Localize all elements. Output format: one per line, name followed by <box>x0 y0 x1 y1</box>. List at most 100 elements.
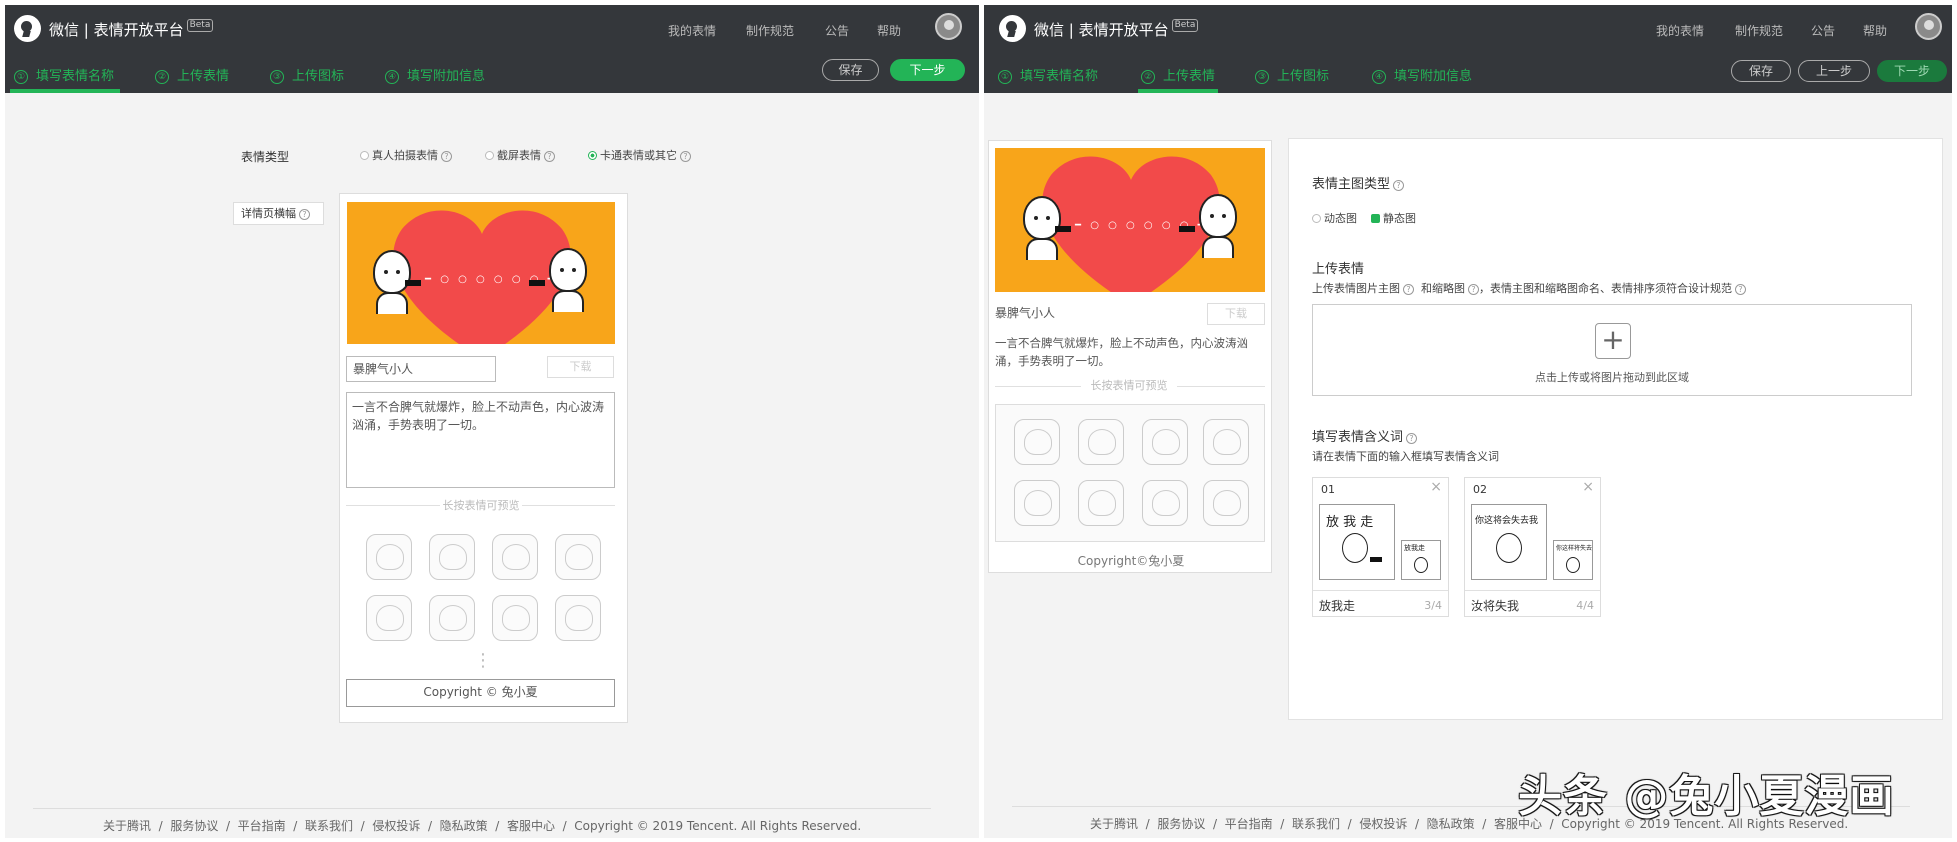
footer-link[interactable]: 平台指南 <box>238 819 286 833</box>
step-3[interactable]: ③ 上传图标 <box>270 65 344 84</box>
beta-badge: Beta <box>186 19 214 32</box>
active-step-indicator <box>10 89 120 93</box>
footer-link[interactable]: 服务协议 <box>170 819 218 833</box>
save-button[interactable]: 保存 <box>822 59 879 81</box>
next-button[interactable]: 下一步 <box>1877 60 1947 82</box>
help-icon[interactable]: ? <box>1735 284 1746 295</box>
footer-link[interactable]: 隐私政策 <box>440 819 488 833</box>
meaning-input[interactable]: 汝将失我 <box>1471 597 1519 614</box>
footer-link[interactable]: 平台指南 <box>1225 817 1273 831</box>
help-icon[interactable]: ? <box>680 151 691 162</box>
step-1[interactable]: ① 填写表情名称 <box>14 65 114 84</box>
nav-help[interactable]: 帮助 <box>1863 22 1887 39</box>
radio-animated[interactable]: 动态图 <box>1312 210 1357 226</box>
gun-icon <box>1370 557 1382 562</box>
sticker-thumb-caption: 放我走 <box>1404 544 1425 552</box>
upload-title: 上传表情 <box>1312 262 1365 277</box>
meaning-desc: 请在表情下面的输入框填写表情含义词 <box>1312 450 1499 463</box>
meaning-input[interactable]: 放我走 <box>1319 597 1355 614</box>
nav-guidelines[interactable]: 制作规范 <box>746 22 794 39</box>
upload-dropzone[interactable]: + 点击上传或将图片拖动到此区域 <box>1312 304 1912 396</box>
step-3[interactable]: ③ 上传图标 <box>1255 65 1329 84</box>
wechat-logo-icon <box>14 15 41 42</box>
footer-link[interactable]: 关于腾讯 <box>103 819 151 833</box>
step-4[interactable]: ④ 填写附加信息 <box>1372 65 1472 84</box>
download-button[interactable]: 下载 <box>547 356 614 378</box>
close-icon[interactable]: × <box>1430 479 1442 495</box>
help-icon[interactable]: ? <box>1468 284 1479 295</box>
close-icon[interactable]: × <box>1582 479 1594 495</box>
step-4[interactable]: ④ 填写附加信息 <box>385 65 485 84</box>
nav-guidelines[interactable]: 制作规范 <box>1735 22 1783 39</box>
next-button[interactable]: 下一步 <box>890 59 965 81</box>
upload-form: 表情主图类型? 动态图 静态图 上传表情 上传表情图片主图? 和缩略图? ，表情主… <box>1288 138 1943 720</box>
sticker-thumb[interactable] <box>555 595 601 641</box>
sticker-thumb[interactable] <box>429 595 475 641</box>
active-step-indicator <box>1138 89 1218 93</box>
footer-link[interactable]: 关于腾讯 <box>1090 817 1138 831</box>
sticker-name-input[interactable]: 暴脾气小人 <box>346 356 496 382</box>
footer-link[interactable]: 联系我们 <box>305 819 353 833</box>
radio-static[interactable]: 静态图 <box>1371 210 1416 226</box>
sticker-thumb[interactable] <box>492 534 538 580</box>
prev-button[interactable]: 上一步 <box>1798 60 1870 82</box>
nav-my-stickers[interactable]: 我的表情 <box>1656 22 1704 39</box>
footer-link[interactable]: 联系我们 <box>1292 817 1340 831</box>
brand-title[interactable]: 微信 | 表情开放平台 Beta <box>1034 19 1199 40</box>
sticker-face <box>1414 557 1428 573</box>
char-count: 3/4 <box>1424 599 1442 612</box>
step-2[interactable]: ② 上传表情 <box>155 65 229 84</box>
top-bar: 微信 | 表情开放平台 Beta 我的表情 制作规范 公告 帮助 ① 填写表情名称 … <box>984 5 1952 93</box>
footer-link[interactable]: 客服中心 <box>507 819 555 833</box>
left-character <box>373 250 411 294</box>
footer-link[interactable]: 侵权投诉 <box>372 819 420 833</box>
help-icon[interactable]: ? <box>299 209 310 220</box>
radio-cartoon[interactable]: 卡通表情或其它? <box>588 147 691 163</box>
gun-icon <box>1055 226 1071 232</box>
sticker-face <box>1496 533 1522 563</box>
help-icon[interactable]: ? <box>1403 284 1414 295</box>
step-2[interactable]: ② 上传表情 <box>1141 65 1215 84</box>
avatar[interactable] <box>935 13 962 40</box>
sticker-main-image[interactable]: 放 我 走 <box>1319 504 1395 580</box>
banner-image[interactable]: ━ ○ ○ ○ ○ ○ ○ ━ <box>347 202 615 344</box>
plus-icon[interactable]: + <box>1595 323 1631 359</box>
sticker-thumbnail[interactable]: 放我走 <box>1401 540 1441 580</box>
nav-announcements[interactable]: 公告 <box>825 22 849 39</box>
sticker-thumb <box>1078 419 1124 465</box>
brand-title[interactable]: 微信 | 表情开放平台 Beta <box>49 19 214 40</box>
sticker-thumb <box>1078 480 1124 526</box>
sticker-thumbnail[interactable]: 你这样将失去我 <box>1553 540 1593 580</box>
step-1[interactable]: ① 填写表情名称 <box>998 65 1098 84</box>
footer-link[interactable]: 隐私政策 <box>1427 817 1475 831</box>
sticker-thumb[interactable] <box>429 534 475 580</box>
help-icon[interactable]: ? <box>1393 180 1405 191</box>
footer-divider <box>33 808 931 809</box>
avatar[interactable] <box>1915 13 1942 40</box>
watermark: 头条 @兔小夏漫画 <box>1518 771 1895 822</box>
footer-link[interactable]: 侵权投诉 <box>1359 817 1407 831</box>
sticker-thumb[interactable] <box>366 534 412 580</box>
preview-hint: 长按表情可预览 <box>1081 379 1177 393</box>
radio-live-action[interactable]: 真人拍摄表情? <box>360 147 452 163</box>
sticker-thumb <box>1014 480 1060 526</box>
nav-my-stickers[interactable]: 我的表情 <box>668 22 716 39</box>
help-icon[interactable]: ? <box>1406 433 1418 444</box>
save-button[interactable]: 保存 <box>1731 60 1791 82</box>
meaning-title: 填写表情含义词? <box>1312 426 1418 445</box>
nav-announcements[interactable]: 公告 <box>1811 22 1835 39</box>
sticker-thumb[interactable] <box>492 595 538 641</box>
radio-screenshot[interactable]: 截屏表情? <box>485 147 555 163</box>
help-icon[interactable]: ? <box>544 151 555 162</box>
help-icon[interactable]: ? <box>441 151 452 162</box>
footer-link[interactable]: 服务协议 <box>1157 817 1205 831</box>
beta-badge: Beta <box>1171 19 1199 32</box>
sticker-thumb[interactable] <box>555 534 601 580</box>
sticker-caption: 你这将会失去我 <box>1475 516 1539 526</box>
nav-help[interactable]: 帮助 <box>877 22 901 39</box>
sticker-main-image[interactable]: 你这将会失去我 <box>1471 504 1547 580</box>
description-textarea[interactable]: 一言不合脾气就爆炸，脸上不动声色，内心波涛汹涌，手势表明了一切。 <box>346 392 615 488</box>
sticker-thumb[interactable] <box>366 595 412 641</box>
right-screenshot: 微信 | 表情开放平台 Beta 我的表情 制作规范 公告 帮助 ① 填写表情名称 … <box>984 5 1952 838</box>
upload-hint: 点击上传或将图片拖动到此区域 <box>1535 371 1689 384</box>
